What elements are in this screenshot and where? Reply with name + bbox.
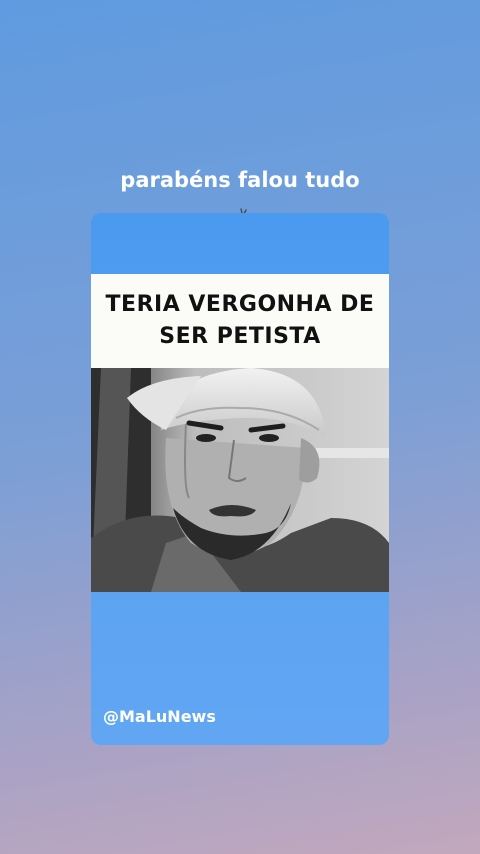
post-headline: TERIA VERGONHA DE SER PETISTA xyxy=(105,292,375,349)
story-caption: parabéns falou tudo xyxy=(120,168,360,192)
headline-banner: TERIA VERGONHA DE SER PETISTA xyxy=(91,274,389,368)
post-card: TERIA VERGONHA DE SER PETISTA @MaLuNews xyxy=(91,213,389,745)
author-handle: @MaLuNews xyxy=(103,707,216,726)
man-in-cap-photo xyxy=(91,368,389,592)
